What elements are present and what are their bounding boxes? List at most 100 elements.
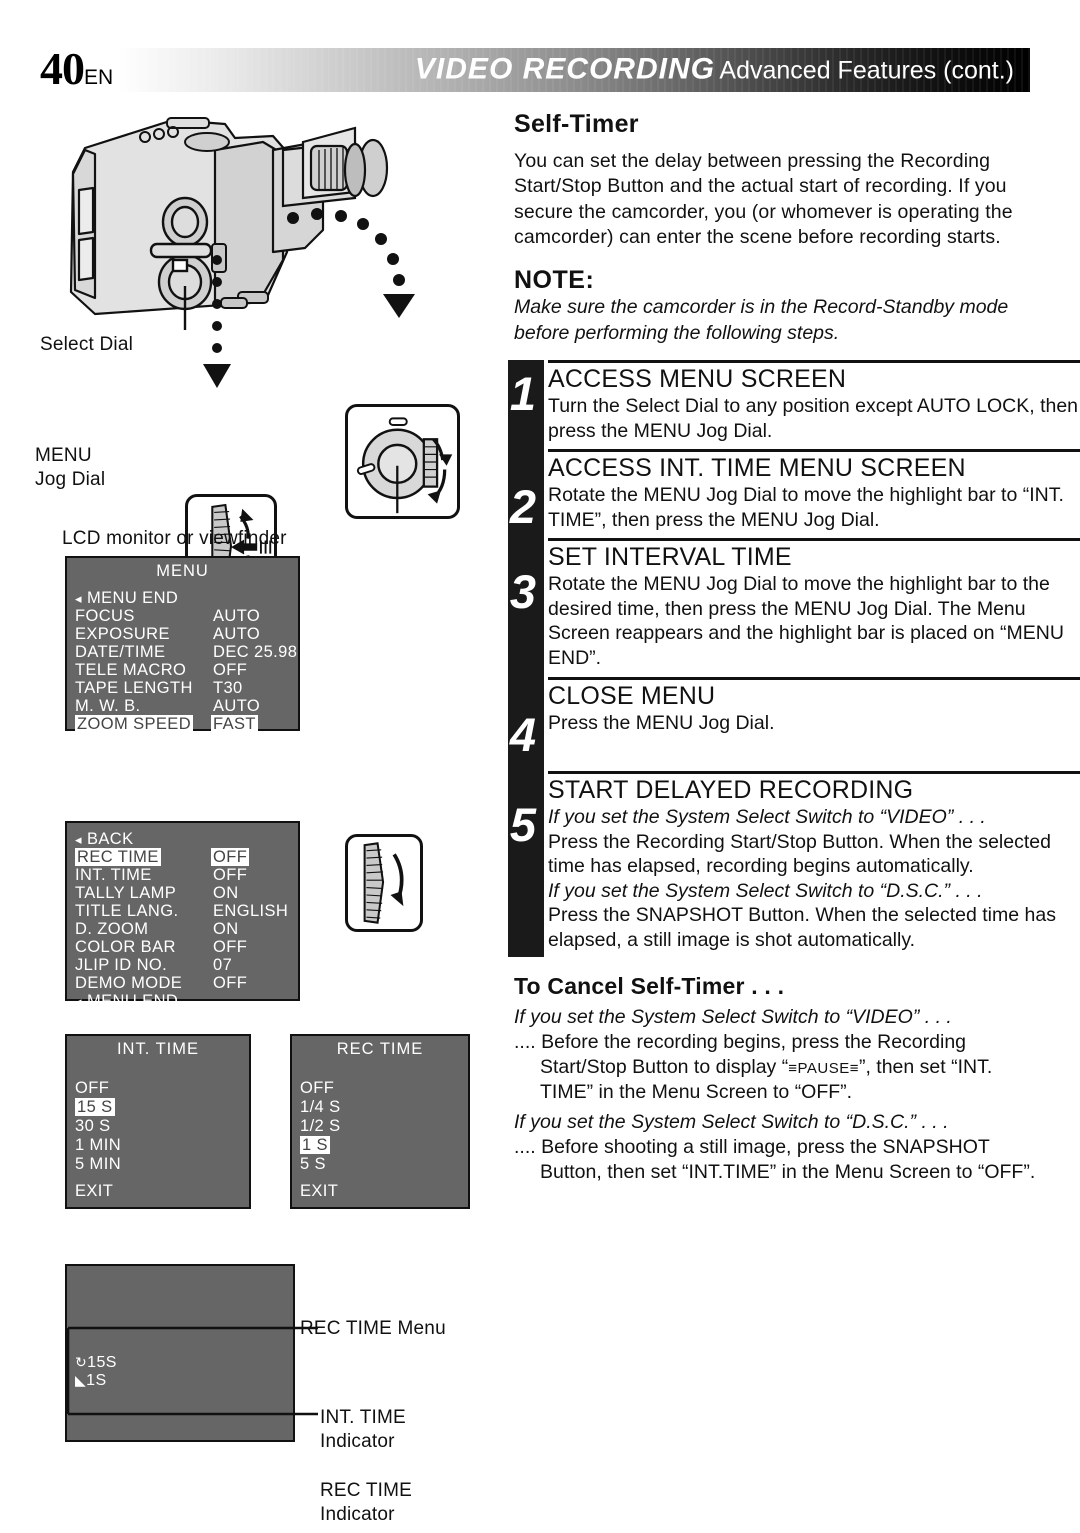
osd-row: D. ZOOM ON (75, 919, 239, 938)
rec-time-indicator-label-line2: Indicator (320, 1504, 395, 1526)
rec-time-indicator-label: REC TIME Indicator (320, 1479, 412, 1528)
osd-rec-time-exit: EXIT (300, 1181, 339, 1200)
osd-row: TITLE LANG. ENGLISH (75, 901, 289, 920)
osd-row: INT. TIME OFF (75, 865, 248, 884)
osd-rec-time-title: REC TIME (336, 1040, 424, 1058)
osd-menu-2-last-label: MENU END (87, 991, 179, 1010)
cancel-dsc-italic: If you set the System Select Switch to “… (514, 1110, 949, 1133)
note-body: Make sure the camcorder is in the Record… (514, 296, 1009, 344)
osd-row: COLOR BAR OFF (75, 937, 248, 956)
section-title: Self-Timer (514, 110, 639, 138)
step-2-title: ACCESS INT. TIME MENU SCREEN (548, 454, 966, 483)
header-title-main: VIDEO RECORDING (414, 52, 715, 86)
header-title-sub: Advanced Features (cont.) (719, 56, 1014, 85)
lcd-viewfinder-caption: LCD monitor or viewfinder (62, 528, 287, 549)
osd-row: DEMO MODE OFF (75, 973, 248, 992)
rotary-dial-icon (356, 417, 453, 514)
rec-time-indicator-label-line1: REC TIME (320, 1480, 413, 1501)
osd-highlight-value: OFF (211, 847, 250, 866)
cancel-dsc-body: .... Before shooting a still image, pres… (514, 1136, 1036, 1183)
osd-row: FOCUS AUTO (75, 607, 261, 626)
step-1-title: ACCESS MENU SCREEN (548, 365, 847, 394)
list-item: 1 MIN (75, 1135, 122, 1154)
step-4-title: CLOSE MENU (548, 681, 716, 710)
list-item-highlighted: 1 S (300, 1135, 330, 1154)
osd-row: DATE/TIME DEC 25.98 (75, 643, 298, 662)
osd-menu-1-first: ◂ MENU END (75, 590, 298, 608)
page-language: EN (84, 66, 114, 89)
osd-row: TAPE LENGTH T30 (75, 679, 243, 698)
list-item: 30 S (75, 1116, 111, 1135)
steps-list: 1 ACCESS MENU SCREEN Turn the Select Dia… (500, 360, 1080, 957)
step-rule (548, 538, 1080, 542)
osd-int-time-options: OFF 15 S 30 S 1 MIN 5 MIN (67, 1058, 249, 1175)
osd-row-highlighted: REC TIME OFF (75, 847, 298, 866)
cancel-heading: To Cancel Self-Timer . . . (514, 972, 785, 999)
step-5-italic-1: If you set the System Select Switch to “… (548, 806, 986, 829)
right-content-column: Self-Timer You can set the delay between… (500, 96, 1080, 1185)
osd-row: EXPOSURE AUTO (75, 625, 261, 644)
osd-row: JLIP ID NO. 07 (75, 955, 233, 974)
list-item: 5 S (300, 1154, 326, 1173)
list-item: OFF (75, 1078, 110, 1097)
page-header: VIDEO RECORDING Advanced Features (cont.… (0, 42, 1080, 94)
pause-glyph: ≡PAUSE≡ (788, 1059, 859, 1077)
osd-highlight-key: ZOOM SPEED (75, 715, 194, 734)
osd-int-time-exit: EXIT (75, 1181, 114, 1200)
step-5-number: 5 (509, 798, 537, 852)
osd-menu-screen-2: ◂ BACK REC TIME OFF INT. TIME OFF TALLY L… (65, 821, 300, 1009)
next-arrow-icon: ◂ (75, 735, 82, 750)
header-title: VIDEO RECORDING Advanced Features (cont.… (415, 52, 1014, 86)
osd-row: M. W. B. AUTO (75, 697, 261, 716)
step-4: 4 CLOSE MENU Press the MENU Jog Dial. (500, 676, 1080, 772)
step-3-body: Rotate the MENU Jog Dial to move the hig… (548, 573, 1064, 669)
step-3-number: 3 (509, 565, 537, 619)
step-rule (548, 449, 1080, 453)
osd-menu-1-title: MENU (156, 562, 209, 580)
int-time-indicator-label-line2: Indicator (320, 1431, 395, 1453)
left-illustration-column: Select Dial MENU Jog Dial Recording Star… (0, 96, 500, 1533)
menu-jog-dial-label-line1: MENU (35, 445, 92, 466)
indicator-leader-lines (66, 1326, 318, 1416)
step-rule (548, 360, 1080, 364)
menu-jog-dial-label-line2: Jog Dial (35, 469, 106, 491)
osd-menu-1-last-label: NEXT (87, 733, 133, 752)
list-item: 5 MIN (75, 1154, 122, 1173)
step-2-number: 2 (509, 480, 537, 534)
step-5-body-2: Press the SNAPSHOT Button. When the sele… (548, 904, 1056, 951)
osd-menu-screen-1: MENU ◂ MENU END FOCUS AUTO EXPOSURE AUTO D… (65, 556, 300, 750)
recording-start-stop-detail (345, 404, 460, 519)
back-arrow-icon: ◂ (75, 831, 82, 847)
osd-menu-2-last: ◂ MENU END (75, 992, 298, 1010)
step-3: 3 SET INTERVAL TIME Rotate the MENU Jog … (500, 538, 1080, 676)
step-5-italic-2: If you set the System Select Switch to “… (548, 879, 983, 902)
select-dial-label: Select Dial (40, 334, 134, 355)
header-gradient-bar: VIDEO RECORDING Advanced Features (cont.… (118, 48, 1030, 92)
step-5-body-1: Press the Recording Start/Stop Button. W… (548, 830, 1051, 878)
step-1: 1 ACCESS MENU SCREEN Turn the Select Dia… (500, 360, 1080, 449)
cancel-section: To Cancel Self-Timer . . . If you set th… (500, 973, 1080, 1185)
camcorder-illustration (69, 117, 415, 388)
page-number: 40EN (40, 42, 113, 95)
step-1-body: Turn the Select Dial to any position exc… (548, 395, 1079, 442)
osd-rec-time-options: OFF 1/4 S 1/2 S 1 S 5 S (292, 1058, 468, 1175)
intro-paragraph: You can set the delay between pressing t… (514, 150, 1013, 249)
cancel-video-italic: If you set the System Select Switch to “… (514, 1005, 952, 1028)
cancel-video-body: .... Before the recording begins, press … (514, 1030, 993, 1103)
int-time-indicator-label: INT. TIME Indicator (320, 1406, 406, 1455)
osd-menu-2-rows: ◂ BACK REC TIME OFF INT. TIME OFF TALLY L… (67, 823, 298, 1010)
list-item: 1/4 S (300, 1097, 341, 1116)
menu-jog-dial-label: MENU Jog Dial (35, 444, 105, 493)
list-item-highlighted: 15 S (75, 1097, 115, 1116)
step-2: 2 ACCESS INT. TIME MENU SCREEN Rotate th… (500, 449, 1080, 538)
list-item: OFF (300, 1078, 335, 1097)
osd-menu-1-first-label: MENU END (87, 589, 179, 608)
osd-row: TALLY LAMP ON (75, 883, 239, 902)
step-4-number: 4 (509, 707, 537, 761)
jog-dial-rotate-icon (363, 842, 404, 924)
osd-row: TELE MACRO OFF (75, 661, 248, 680)
step-2-body: Rotate the MENU Jog Dial to move the hig… (548, 484, 1064, 531)
back-arrow-icon: ◂ (75, 591, 82, 606)
osd-menu-2-first: ◂ BACK (75, 830, 298, 848)
step-rule (548, 676, 1080, 680)
